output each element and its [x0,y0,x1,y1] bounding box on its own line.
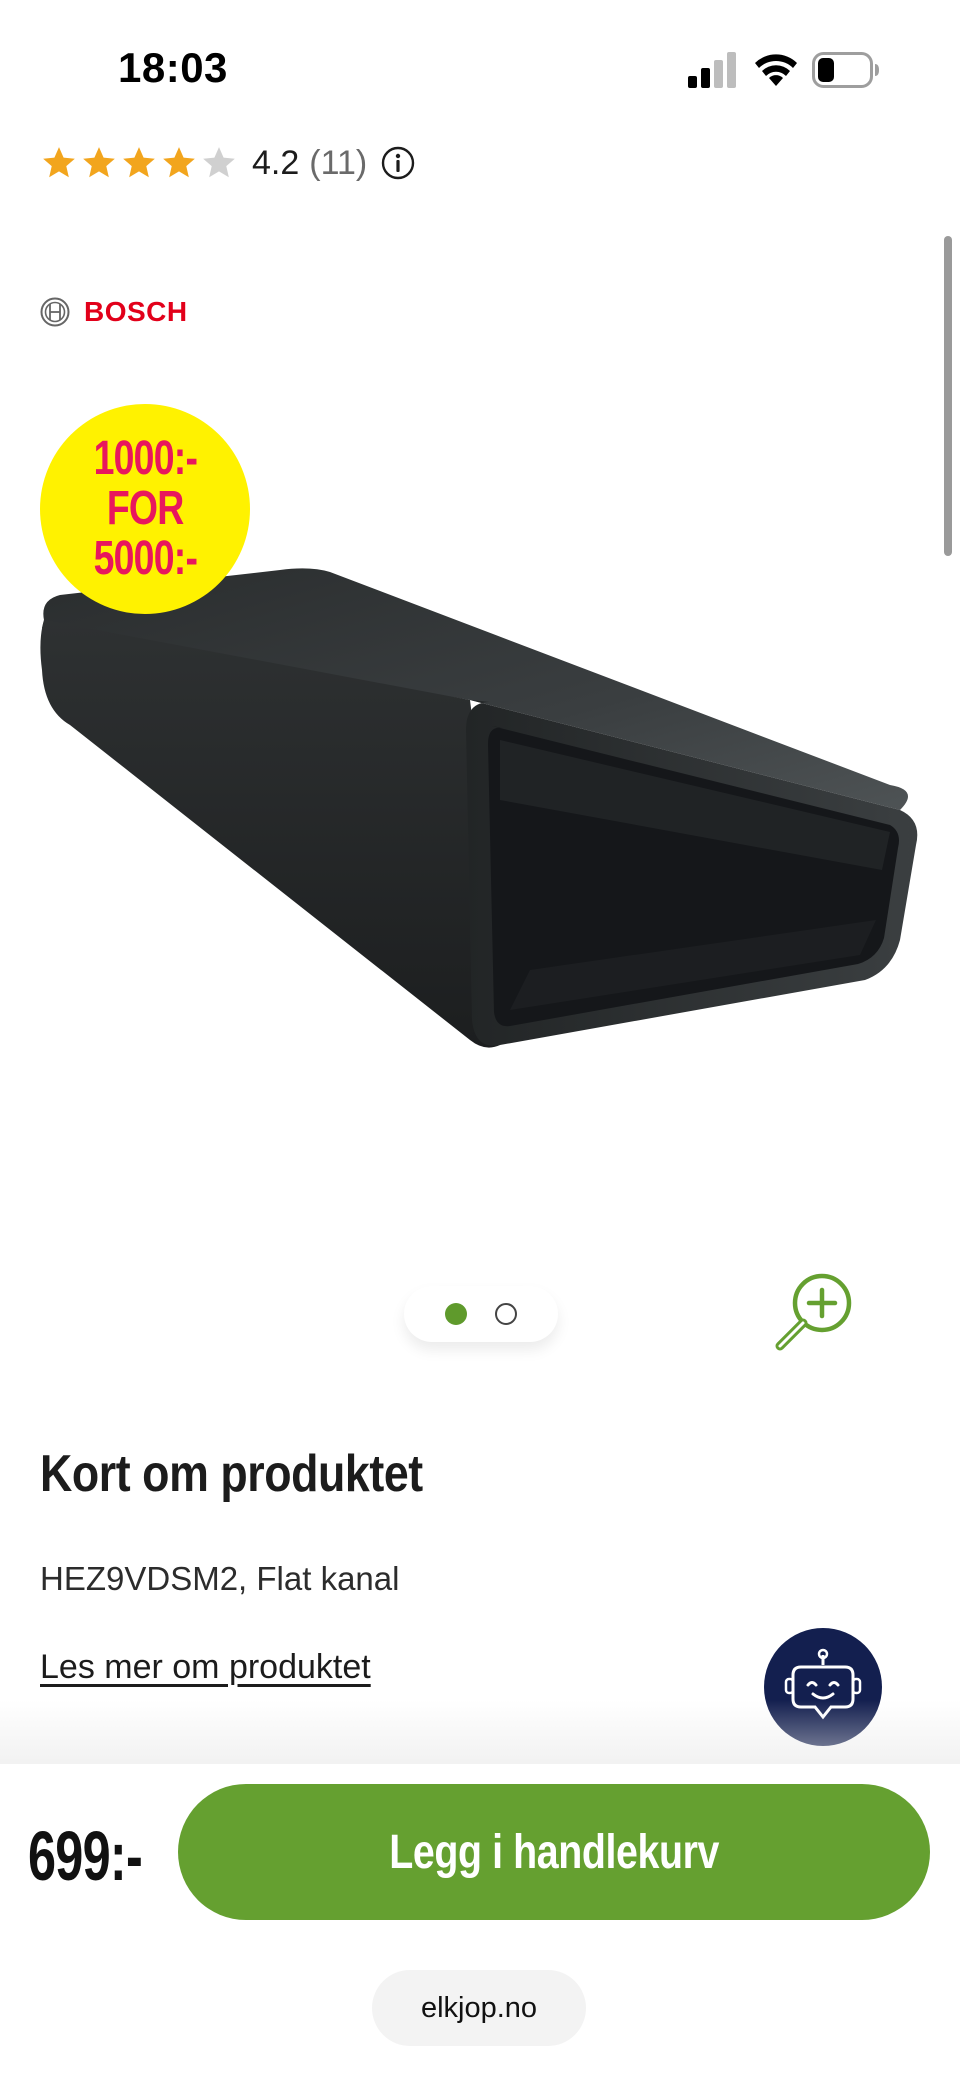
rating-stars [40,144,238,182]
bosch-armature-icon [40,297,70,327]
star-filled-icon [123,147,155,178]
star-filled-icon [83,147,115,178]
read-more-link[interactable]: Les mer om produktet [40,1648,371,1687]
brand-logo[interactable]: BOSCH [40,296,188,328]
browser-url: elkjop.no [420,1991,538,2024]
scroll-indicator[interactable] [944,236,952,556]
carousel-dot-active[interactable] [445,1303,467,1325]
image-carousel-pagination [404,1286,558,1342]
promo-line-2: FOR [106,482,184,535]
add-to-cart-label: Legg i handlekurv [389,1825,719,1879]
promo-line-3: 5000:- [93,532,197,585]
status-time: 18:03 [118,44,228,91]
promo-badge: 1000:- FOR 5000:- [40,404,250,614]
bottom-bar-shadow [0,1700,960,1766]
info-icon[interactable] [381,146,415,180]
product-subtitle: HEZ9VDSM2, Flat kanal [40,1560,400,1597]
product-image[interactable] [30,540,930,1100]
rating-value: 4.2 [252,143,300,182]
promo-line-1: 1000:- [93,432,197,485]
browser-address-bar[interactable]: elkjop.no [372,1970,586,2046]
section-title: Kort om produktet [40,1445,423,1503]
rating-count: (11) [309,143,368,182]
star-filled-icon [43,147,75,178]
status-bar: 18:03 [0,0,960,140]
product-rating[interactable]: 4.2 (11) [40,140,415,186]
zoom-in-icon[interactable] [770,1270,856,1356]
brand-name: BOSCH [84,296,188,327]
product-price: 699:- [28,1817,143,1895]
add-to-cart-button[interactable]: Legg i handlekurv [178,1784,930,1920]
battery-icon [812,52,879,88]
wifi-icon [755,54,797,86]
cellular-signal-icon [688,52,736,88]
star-empty-icon [203,147,235,178]
carousel-dot[interactable] [495,1303,517,1325]
star-filled-icon [163,147,195,178]
